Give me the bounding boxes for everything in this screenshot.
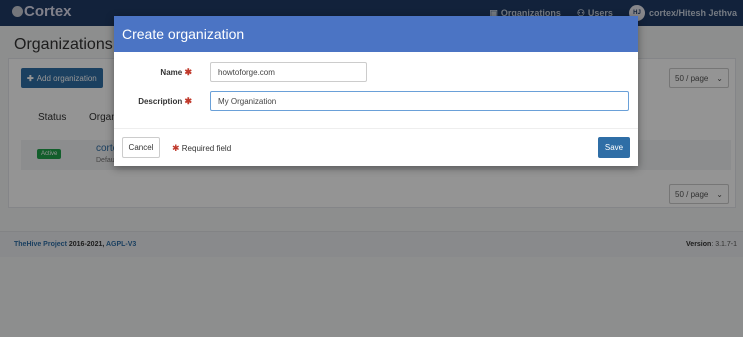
required-asterisk-icon: ✱ xyxy=(184,67,192,77)
name-label: Name ✱ xyxy=(160,67,192,78)
create-organization-modal: Create organization Name ✱ howtoforge.co… xyxy=(114,16,638,166)
cancel-button[interactable]: Cancel xyxy=(122,137,160,158)
description-label-text: Description xyxy=(138,97,183,106)
required-asterisk-icon: ✱ xyxy=(172,143,180,153)
description-label: Description ✱ xyxy=(138,96,192,107)
save-button[interactable]: Save xyxy=(598,137,630,158)
required-field-text: Required field xyxy=(181,144,232,153)
modal-footer: Cancel ✱ Required field Save xyxy=(114,128,638,166)
required-field-note: ✱ Required field xyxy=(172,143,231,154)
description-input[interactable]: My Organization xyxy=(210,91,629,111)
required-asterisk-icon: ✱ xyxy=(184,96,192,106)
name-input[interactable]: howtoforge.com xyxy=(210,62,367,82)
modal-title: Create organization xyxy=(114,16,638,52)
name-label-text: Name xyxy=(160,68,183,77)
